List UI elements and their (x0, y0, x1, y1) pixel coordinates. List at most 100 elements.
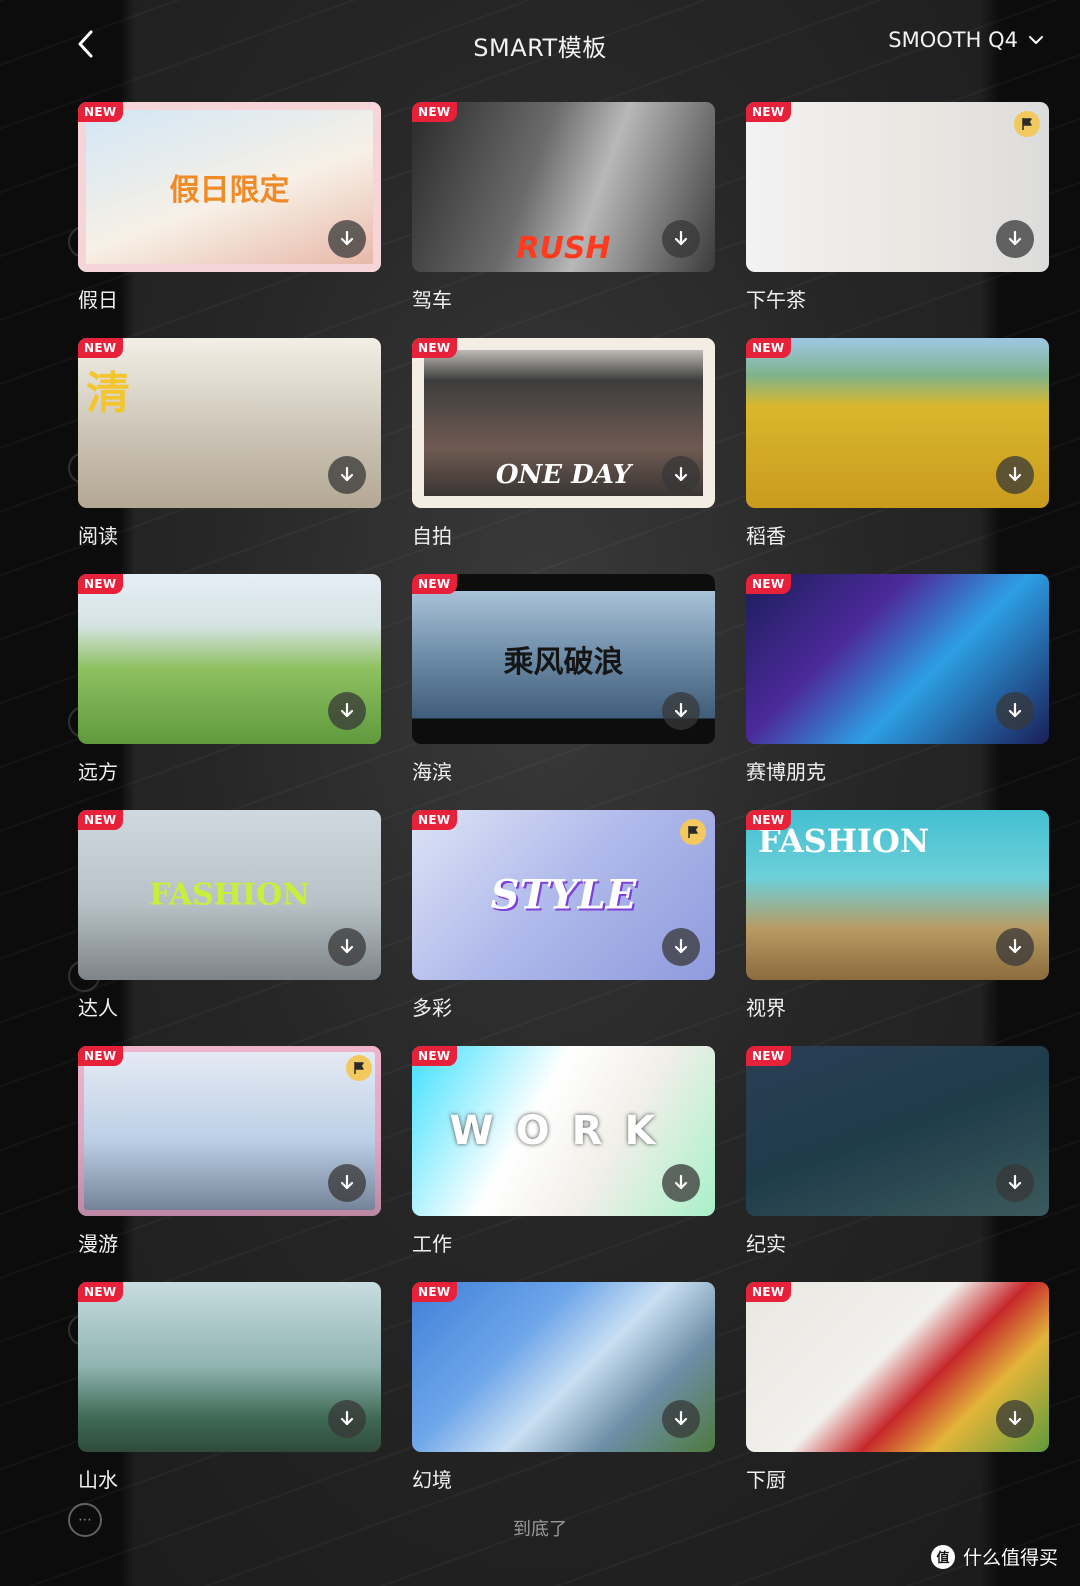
download-button[interactable] (662, 692, 700, 730)
template-thumbnail: NEW (78, 1046, 381, 1216)
device-select[interactable]: SMOOTH Q4 (888, 28, 1044, 52)
new-badge: NEW (78, 1046, 124, 1066)
template-card[interactable]: FASHION NEW 达人 (78, 810, 381, 1020)
download-button[interactable] (328, 1400, 366, 1438)
template-label: 纪实 (746, 1232, 786, 1256)
download-button[interactable] (996, 456, 1034, 494)
device-select-value: SMOOTH Q4 (888, 28, 1018, 52)
template-label: 工作 (412, 1232, 452, 1256)
template-thumbnail: NEW (78, 574, 381, 744)
template-card[interactable]: NEW 漫游 (78, 1046, 381, 1256)
new-badge: NEW (78, 810, 124, 830)
thumbnail-title-text: 乘风破浪 (503, 645, 624, 680)
new-badge: NEW (78, 574, 124, 594)
download-icon (340, 702, 354, 718)
template-card[interactable]: 清 NEW 阅读 (78, 338, 381, 548)
download-button[interactable] (662, 928, 700, 966)
new-badge: NEW (746, 810, 792, 830)
template-thumbnail: NEW (746, 1046, 1049, 1216)
template-label: 阅读 (78, 524, 118, 548)
template-thumbnail: NEW (746, 102, 1049, 272)
thumbnail-title-text: WORK (449, 1108, 678, 1154)
template-thumbnail: 假日限定 NEW (78, 102, 381, 272)
download-button[interactable] (662, 456, 700, 494)
template-card[interactable]: NEW 下厨 (746, 1282, 1049, 1492)
download-icon (1008, 702, 1022, 718)
template-card[interactable]: NEW 山水 (78, 1282, 381, 1492)
template-card[interactable]: ONE DAY NEW 自拍 (412, 338, 715, 548)
template-thumbnail: 清 NEW (78, 338, 381, 508)
download-icon (674, 1174, 688, 1190)
download-button[interactable] (328, 456, 366, 494)
template-grid: 假日限定 NEW 假日 RUSH NEW 驾车 NEW 下午茶清 NEW 阅读 ONE DAY NEW… (78, 102, 1050, 1492)
download-button[interactable] (996, 1164, 1034, 1202)
download-icon (340, 230, 354, 246)
new-badge: NEW (746, 1046, 792, 1066)
flag-icon (680, 819, 706, 845)
template-card[interactable]: NEW 下午茶 (746, 102, 1049, 312)
template-thumbnail: RUSH NEW (412, 102, 715, 272)
template-card[interactable]: RUSH NEW 驾车 (412, 102, 715, 312)
download-icon (674, 466, 688, 482)
download-button[interactable] (328, 692, 366, 730)
download-icon (1008, 938, 1022, 954)
template-thumbnail: FASHION NEW (746, 810, 1049, 980)
template-card[interactable]: NEW 稻香 (746, 338, 1049, 548)
template-card[interactable]: 假日限定 NEW 假日 (78, 102, 381, 312)
template-label: 假日 (78, 288, 118, 312)
new-badge: NEW (746, 1282, 792, 1302)
template-label: 下厨 (746, 1468, 786, 1492)
template-card[interactable]: STYLE NEW 多彩 (412, 810, 715, 1020)
new-badge: NEW (746, 338, 792, 358)
download-icon (1008, 466, 1022, 482)
download-icon (340, 466, 354, 482)
download-icon (674, 702, 688, 718)
download-button[interactable] (662, 220, 700, 258)
end-of-list-text: 到底了 (513, 1519, 567, 1540)
download-icon (1008, 1174, 1022, 1190)
template-label: 驾车 (412, 288, 452, 312)
template-card[interactable]: NEW 远方 (78, 574, 381, 784)
new-badge: NEW (412, 810, 458, 830)
template-label: 达人 (78, 996, 118, 1020)
download-icon (674, 230, 688, 246)
new-badge: NEW (746, 102, 792, 122)
template-card[interactable]: NEW 幻境 (412, 1282, 715, 1492)
template-card[interactable]: WORK NEW 工作 (412, 1046, 715, 1256)
download-button[interactable] (662, 1164, 700, 1202)
new-badge: NEW (412, 1282, 458, 1302)
template-thumbnail: NEW (746, 1282, 1049, 1452)
template-thumbnail: STYLE NEW (412, 810, 715, 980)
template-card[interactable]: 乘风破浪 NEW 海滨 (412, 574, 715, 784)
download-button[interactable] (996, 692, 1034, 730)
template-card[interactable]: FASHION NEW 视界 (746, 810, 1049, 1020)
template-card[interactable]: NEW 纪实 (746, 1046, 1049, 1256)
new-badge: NEW (746, 574, 792, 594)
download-button[interactable] (328, 1164, 366, 1202)
thumbnail-title-text: FASHION (149, 877, 310, 913)
template-label: 稻香 (746, 524, 786, 548)
template-card[interactable]: NEW 赛博朋克 (746, 574, 1049, 784)
download-button[interactable] (996, 928, 1034, 966)
thumbnail-title-text: FASHION (758, 821, 930, 860)
template-label: 下午茶 (746, 288, 806, 312)
download-button[interactable] (996, 1400, 1034, 1438)
download-button[interactable] (328, 928, 366, 966)
download-icon (340, 1174, 354, 1190)
flag-icon (346, 1055, 372, 1081)
download-button[interactable] (662, 1400, 700, 1438)
template-thumbnail: NEW (746, 338, 1049, 508)
new-badge: NEW (78, 1282, 124, 1302)
template-label: 赛博朋克 (746, 760, 826, 784)
new-badge: NEW (78, 102, 124, 122)
download-icon (1008, 230, 1022, 246)
new-badge: NEW (412, 1046, 458, 1066)
template-thumbnail: ONE DAY NEW (412, 338, 715, 508)
download-button[interactable] (328, 220, 366, 258)
template-thumbnail: NEW (78, 1282, 381, 1452)
template-thumbnail: WORK NEW (412, 1046, 715, 1216)
download-button[interactable] (996, 220, 1034, 258)
download-icon (340, 1410, 354, 1426)
watermark-text: 什么值得买 (962, 1547, 1058, 1569)
template-thumbnail: FASHION NEW (78, 810, 381, 980)
